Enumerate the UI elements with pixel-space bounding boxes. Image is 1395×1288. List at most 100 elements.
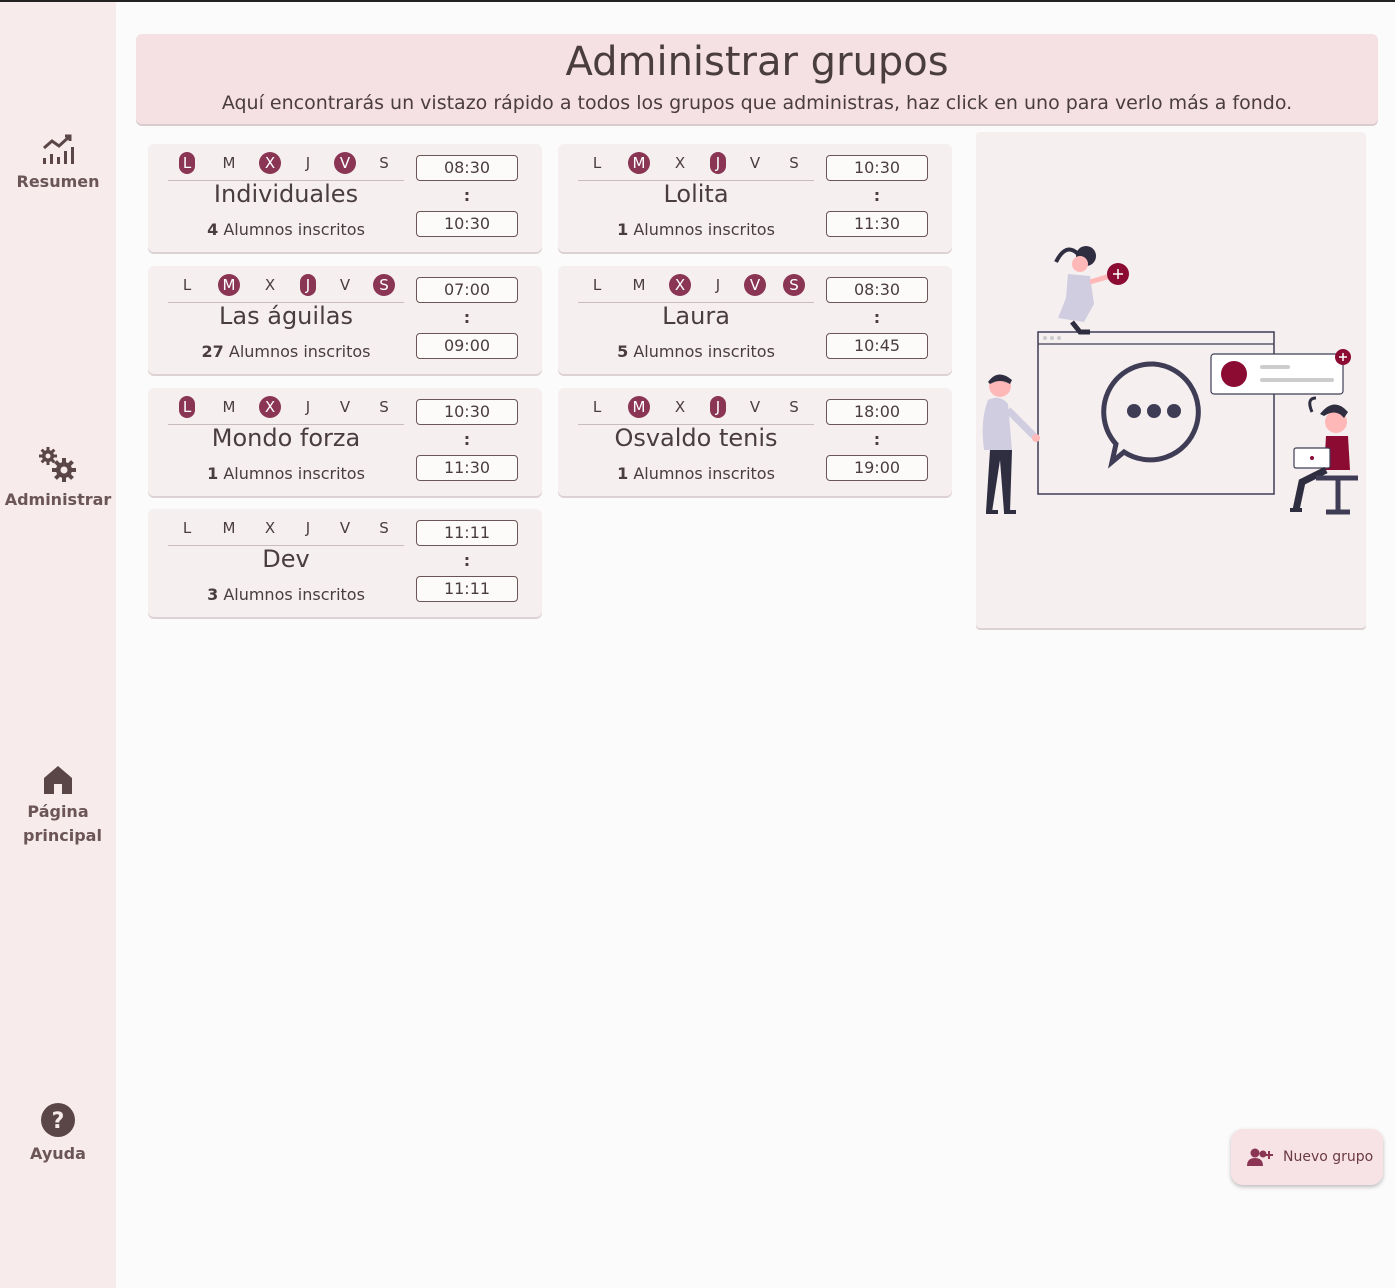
weekday-row: LMXJVS <box>578 152 814 181</box>
time-separator: : <box>463 430 471 449</box>
nav-administrar[interactable]: Administrar <box>0 446 116 512</box>
enrolled-label: Alumnos inscritos <box>633 220 775 239</box>
weekday-v: V <box>749 154 761 172</box>
end-time-field[interactable]: 19:00 <box>826 455 928 481</box>
weekday-s: S <box>789 398 799 416</box>
end-time-field[interactable]: 10:45 <box>826 333 928 359</box>
weekday-s: S <box>379 154 389 172</box>
nav-ayuda-label: Ayuda <box>30 1144 86 1163</box>
weekday-s: S <box>789 154 799 172</box>
start-time-field[interactable]: 08:30 <box>416 155 518 181</box>
weekday-j-active: J <box>710 152 726 174</box>
nav-resumen[interactable]: Resumen <box>0 134 116 194</box>
help-icon: ? <box>41 1103 75 1137</box>
page-title: Administrar grupos <box>565 39 949 85</box>
end-time-field[interactable]: 11:11 <box>416 576 518 602</box>
weekday-row: LMXJVS <box>168 152 404 181</box>
collaboration-illustration <box>982 246 1358 515</box>
group-card[interactable]: L M X J V S Dev 3 Alumnos inscritos 11:11: 11:11 <box>148 509 542 617</box>
enrolled-number: 4 <box>207 220 219 239</box>
time-separator: : <box>463 308 471 327</box>
weekday-x: X <box>674 398 686 416</box>
weekday-x: X <box>264 519 276 537</box>
weekday-v-active: V <box>334 152 356 174</box>
page-subtitle: Aquí encontrarás un vistazo rápido a tod… <box>221 92 1293 114</box>
nav-pagina-principal[interactable]: Página principal <box>0 764 116 848</box>
group-card[interactable]: L M X J V S Osvaldo tenis 1 Alumnos inscritos 18… <box>558 388 952 496</box>
illustration-panel <box>976 132 1366 628</box>
start-time-field[interactable]: 07:00 <box>416 277 518 303</box>
group-name: Las águilas <box>219 302 353 330</box>
weekday-x: X <box>264 276 276 294</box>
weekday-m: M <box>222 154 236 172</box>
weekday-j: J <box>305 154 311 172</box>
weekday-j-active: J <box>300 274 316 296</box>
weekday-row: LMXJVS <box>168 274 404 303</box>
weekday-l: L <box>182 519 192 537</box>
time-separator: : <box>463 551 471 570</box>
enrolled-count: 1 Alumnos inscritos <box>578 464 814 483</box>
nav-resumen-label: Resumen <box>16 172 100 191</box>
gears-icon <box>39 447 76 482</box>
weekday-m: M <box>222 398 236 416</box>
weekday-m-active: M <box>628 396 650 418</box>
weekday-m: M <box>222 519 236 537</box>
nav-pagina-principal-label: Página principal <box>23 802 102 845</box>
weekday-j-active: J <box>710 396 726 418</box>
nav-ayuda[interactable]: ? Ayuda <box>0 1102 116 1166</box>
start-time-field[interactable]: 10:30 <box>826 155 928 181</box>
weekday-s-active: S <box>373 274 395 296</box>
start-time-field[interactable]: 11:11 <box>416 520 518 546</box>
home-icon <box>44 766 72 794</box>
weekday-v-active: V <box>744 274 766 296</box>
weekday-s: S <box>379 519 389 537</box>
enrolled-label: Alumnos inscritos <box>223 585 365 604</box>
end-time-field[interactable]: 10:30 <box>416 211 518 237</box>
weekday-v: V <box>339 519 351 537</box>
group-card[interactable]: L M X J V S Individuales 4 Alumnos inscritos 08:… <box>148 144 542 252</box>
weekday-m: M <box>632 276 646 294</box>
enrolled-number: 1 <box>207 464 219 483</box>
weekday-v: V <box>339 398 351 416</box>
enrolled-number: 27 <box>201 342 224 361</box>
start-time-field[interactable]: 08:30 <box>826 277 928 303</box>
group-name: Mondo forza <box>211 424 361 452</box>
end-time-field[interactable]: 09:00 <box>416 333 518 359</box>
weekday-v: V <box>339 276 351 294</box>
new-group-button[interactable]: Nuevo grupo <box>1231 1129 1383 1185</box>
nav-administrar-label: Administrar <box>4 490 112 509</box>
enrolled-label: Alumnos inscritos <box>223 220 365 239</box>
time-separator: : <box>873 430 881 449</box>
start-time-field[interactable]: 18:00 <box>826 399 928 425</box>
end-time-field[interactable]: 11:30 <box>826 211 928 237</box>
weekday-s: S <box>379 398 389 416</box>
page-header: Administrar grupos Aquí encontrarás un v… <box>136 34 1378 124</box>
enrolled-label: Alumnos inscritos <box>633 464 775 483</box>
weekday-x: X <box>674 154 686 172</box>
group-name: Dev <box>262 545 310 573</box>
enrolled-label: Alumnos inscritos <box>228 342 371 361</box>
group-card[interactable]: L M X J V S Laura 5 Alumnos inscritos 08:30: 10:4… <box>558 266 952 374</box>
weekday-j: J <box>305 519 311 537</box>
weekday-l: L <box>592 154 602 172</box>
enrolled-label: Alumnos inscritos <box>223 464 365 483</box>
enrolled-count: 1 Alumnos inscritos <box>578 220 814 239</box>
group-card[interactable]: L M X J V S Lolita 1 Alumnos inscritos 10:30: 11:… <box>558 144 952 252</box>
weekday-m-active: M <box>628 152 650 174</box>
group-card[interactable]: L M X J V S Las águilas 27 Alumnos inscritos 07:… <box>148 266 542 374</box>
enrolled-count: 3 Alumnos inscritos <box>168 585 404 604</box>
weekday-row: LMXJVS <box>168 396 404 425</box>
enrolled-number: 1 <box>617 220 629 239</box>
enrolled-count: 4 Alumnos inscritos <box>168 220 404 239</box>
end-time-field[interactable]: 11:30 <box>416 455 518 481</box>
weekday-x-active: X <box>669 274 691 296</box>
time-separator: : <box>873 186 881 205</box>
add-user-icon <box>1247 1148 1273 1166</box>
sidebar: Resumen Administrar Página principal ? A… <box>0 2 116 1288</box>
enrolled-number: 5 <box>617 342 629 361</box>
start-time-field[interactable]: 10:30 <box>416 399 518 425</box>
group-card[interactable]: L M X J V S Mondo forza 1 Alumnos inscritos 10:3… <box>148 388 542 496</box>
group-name: Individuales <box>213 180 359 208</box>
enrolled-label: Alumnos inscritos <box>633 342 775 361</box>
time-separator: : <box>463 186 471 205</box>
